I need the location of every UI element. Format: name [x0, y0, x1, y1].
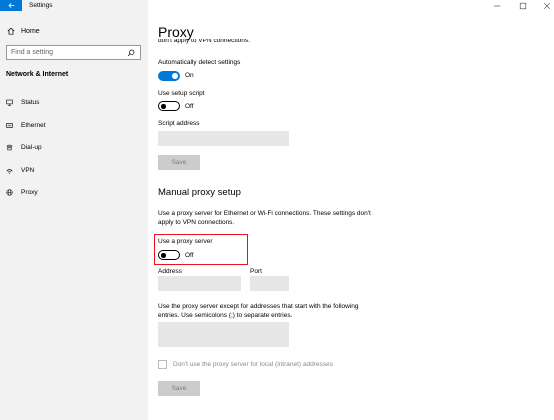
manual-proxy-heading: Manual proxy setup — [158, 187, 241, 198]
local-bypass-checkbox[interactable] — [158, 360, 167, 369]
sidebar-item-status[interactable]: Status — [0, 95, 148, 109]
setup-script-state: Off — [185, 103, 194, 110]
save-script-button[interactable]: Save — [158, 155, 200, 170]
ethernet-icon — [6, 122, 13, 128]
search-input[interactable]: Find a setting — [6, 45, 141, 60]
sidebar-item-vpn[interactable]: VPN — [0, 163, 148, 177]
sidebar: Settings Home Find a setting Network & I… — [0, 0, 148, 420]
exceptions-input[interactable] — [158, 322, 289, 347]
port-input[interactable] — [250, 276, 289, 291]
exceptions-description: Use the proxy server except for addresse… — [158, 303, 359, 319]
back-button[interactable] — [0, 0, 22, 11]
page-title: Proxy — [158, 24, 194, 40]
setup-script-label: Use setup script — [158, 90, 205, 97]
toggle-knob — [161, 104, 166, 109]
dialup-icon — [6, 144, 13, 150]
sidebar-item-label: VPN — [21, 166, 35, 174]
script-address-label: Script address — [158, 120, 200, 127]
use-proxy-label: Use a proxy server — [158, 238, 213, 245]
sidebar-section-header: Network & Internet — [6, 71, 69, 78]
search-placeholder: Find a setting — [11, 49, 54, 56]
address-input[interactable] — [158, 276, 241, 291]
home-icon — [7, 27, 15, 35]
setup-script-toggle[interactable] — [158, 101, 180, 111]
toggle-knob — [161, 253, 166, 258]
sidebar-item-dialup[interactable]: Dial-up — [0, 140, 148, 154]
auto-detect-toggle[interactable] — [158, 71, 180, 81]
back-arrow-icon — [7, 3, 14, 8]
search-icon[interactable] — [127, 49, 135, 57]
local-bypass-label: Don't use the proxy server for local (in… — [173, 361, 333, 368]
address-label: Address — [158, 268, 182, 275]
sidebar-item-label: Proxy — [21, 188, 38, 196]
script-address-input[interactable] — [158, 131, 289, 146]
sidebar-item-label: Ethernet — [21, 121, 46, 129]
title-bar: Settings — [0, 0, 148, 11]
sidebar-item-ethernet[interactable]: Ethernet — [0, 118, 148, 132]
sidebar-item-label: Status — [21, 98, 40, 106]
partially-hidden-text: don't apply to VPN connections. — [158, 39, 250, 44]
sidebar-item-proxy[interactable]: Proxy — [0, 185, 148, 199]
sidebar-item-home[interactable]: Home — [0, 24, 148, 38]
use-proxy-state: Off — [185, 252, 194, 259]
app-title: Settings — [29, 2, 53, 9]
manual-proxy-description: Use a proxy server for Ethernet or Wi-Fi… — [158, 210, 371, 226]
sidebar-item-label: Home — [21, 27, 40, 35]
status-icon — [6, 99, 13, 106]
port-label: Port — [250, 268, 262, 275]
auto-detect-label: Automatically detect settings — [158, 59, 241, 66]
main-content: Proxy don't apply to VPN connections. Au… — [148, 0, 554, 420]
auto-detect-state: On — [185, 72, 194, 79]
save-manual-button[interactable]: Save — [158, 381, 200, 396]
use-proxy-toggle[interactable] — [158, 250, 180, 260]
toggle-knob — [172, 73, 178, 79]
proxy-icon — [6, 188, 13, 196]
vpn-icon — [6, 168, 13, 174]
sidebar-item-label: Dial-up — [21, 143, 42, 151]
